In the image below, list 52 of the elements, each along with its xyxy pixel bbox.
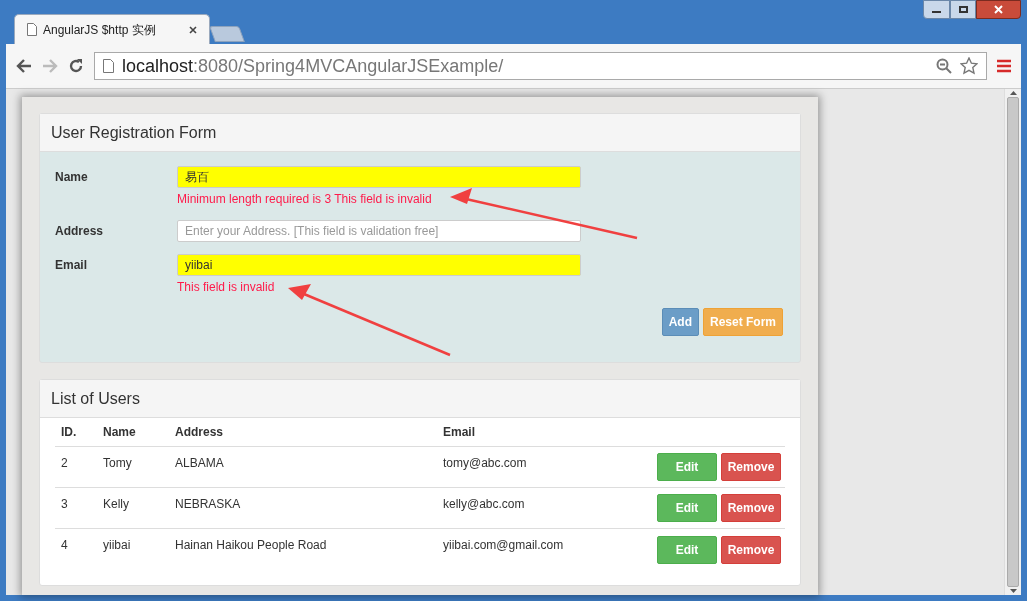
field-label: Address [55, 223, 105, 240]
remove-button[interactable]: Remove [721, 535, 781, 564]
panel-title: User Registration Form [51, 122, 217, 143]
remove-button[interactable]: Remove [721, 494, 781, 522]
table-cell-text: tomy@abc.com [443, 455, 528, 472]
edit-button[interactable]: Edit [657, 535, 717, 564]
close-icon [994, 5, 1003, 14]
remove-button[interactable]: Remove [721, 453, 781, 481]
new-tab-button[interactable] [209, 26, 245, 42]
column-header: Name [103, 424, 137, 441]
table-cell-text: 4 [60, 537, 69, 554]
input-field[interactable]: 易百 [177, 166, 581, 188]
scroll-down-arrow[interactable] [1009, 589, 1017, 593]
minimize-button[interactable] [923, 0, 950, 19]
table-cell-text: Kelly [103, 496, 130, 513]
address-bar[interactable]: localhost:8080/Spring4MVCAngularJSExample/ [94, 52, 987, 80]
close-icon[interactable] [189, 25, 197, 34]
add-button[interactable]: Add [661, 308, 699, 336]
tab-title: AngularJS $http 实例 [43, 21, 157, 39]
scroll-up-arrow[interactable] [1009, 91, 1017, 95]
back-arrow-icon[interactable] [16, 59, 32, 73]
error-message: This field is invalid [177, 279, 276, 296]
field-label: Email [55, 257, 88, 274]
input-field[interactable]: Enter your Address. [This field is validation free] [177, 220, 581, 242]
url-text: localhost:8080/Spring4MVCAngularJSExample/ [122, 54, 505, 78]
error-message: Minimum length required is 3 This field is invalid [177, 191, 433, 208]
panel-title: List of Users [51, 388, 140, 409]
close-button[interactable] [976, 0, 1021, 19]
column-header: Address [175, 424, 225, 441]
table-cell-text: Tomy [103, 455, 133, 472]
edit-button[interactable]: Edit [657, 494, 717, 522]
table-cell-text: ALBAMA [175, 455, 225, 472]
edit-button[interactable]: Edit [657, 453, 717, 481]
field-label: Name [55, 169, 89, 186]
page-icon [103, 59, 114, 73]
input-field[interactable]: yiibai [177, 254, 581, 276]
table-cell-text: NEBRASKA [175, 496, 242, 513]
zoom-icon[interactable] [936, 58, 952, 74]
table-cell-text: 3 [60, 496, 69, 513]
menu-icon[interactable] [997, 59, 1011, 73]
page-icon [27, 23, 37, 36]
table-cell-text: yiibai [103, 537, 132, 554]
column-header: ID. [60, 424, 78, 441]
table-cell-text: yiibai.com@gmail.com [443, 537, 565, 554]
table-cell-text: kelly@abc.com [443, 496, 526, 513]
reload-icon[interactable] [68, 58, 84, 74]
table-cell-text: 2 [60, 455, 69, 472]
browser-tab[interactable]: AngularJS $http 实例 [14, 14, 210, 44]
star-icon[interactable] [960, 57, 978, 75]
table-cell-text: Hainan Haikou People Road [175, 537, 328, 554]
column-header: Email [443, 424, 476, 441]
maximize-button[interactable] [950, 0, 976, 19]
